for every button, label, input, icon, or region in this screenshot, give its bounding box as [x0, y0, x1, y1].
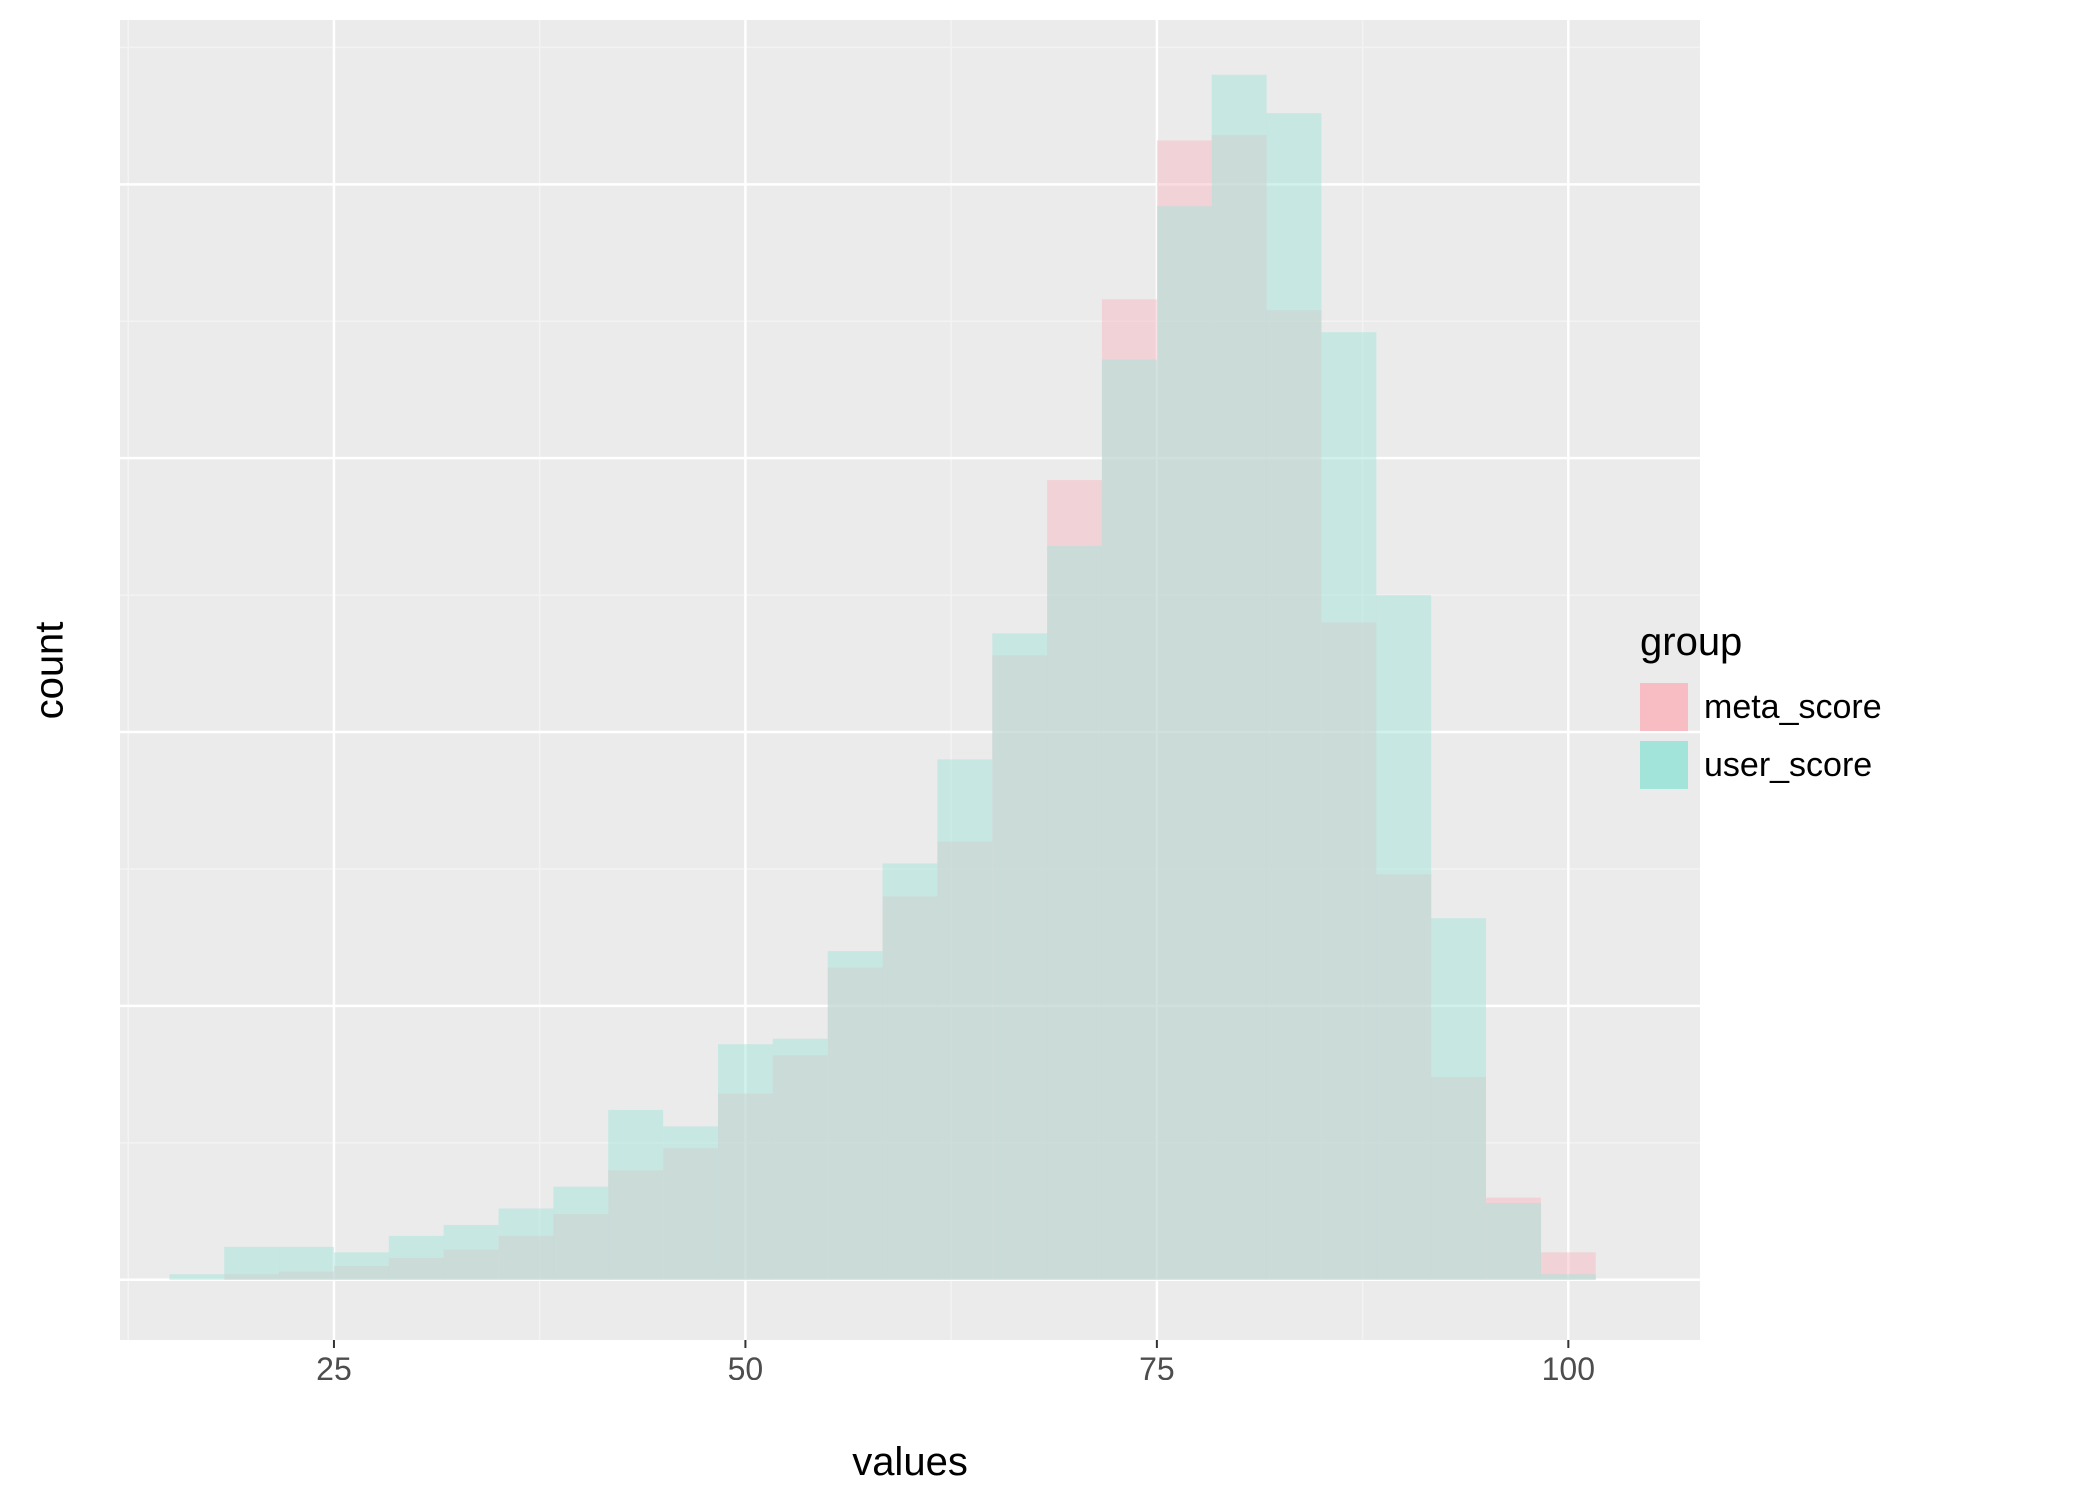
- svg-text:75: 75: [1139, 1351, 1175, 1380]
- legend-label-1: user_score: [1704, 746, 1872, 785]
- legend-swatch-0: [1640, 683, 1688, 731]
- legend: group meta_score user_score: [1640, 620, 1882, 799]
- x-axis: 25 50 75 100: [316, 1340, 1595, 1380]
- legend-swatch-1: [1640, 741, 1688, 789]
- y-axis-title-text: count: [28, 621, 73, 719]
- legend-label-0: meta_score: [1704, 688, 1882, 727]
- legend-title: group: [1640, 620, 1882, 665]
- y-axis-title: count: [20, 0, 80, 1340]
- svg-text:100: 100: [1542, 1351, 1595, 1380]
- legend-item-1: user_score: [1640, 741, 1882, 789]
- x-axis-title-text: values: [852, 1440, 968, 1484]
- svg-text:50: 50: [728, 1351, 764, 1380]
- x-axis-title: values: [120, 1440, 1700, 1485]
- svg-text:25: 25: [316, 1351, 352, 1380]
- legend-item-0: meta_score: [1640, 683, 1882, 731]
- histogram-plot: 255075100 0500100015002000: [120, 20, 1700, 1380]
- chart-container: 255075100 0500100015002000 values count …: [0, 0, 2099, 1499]
